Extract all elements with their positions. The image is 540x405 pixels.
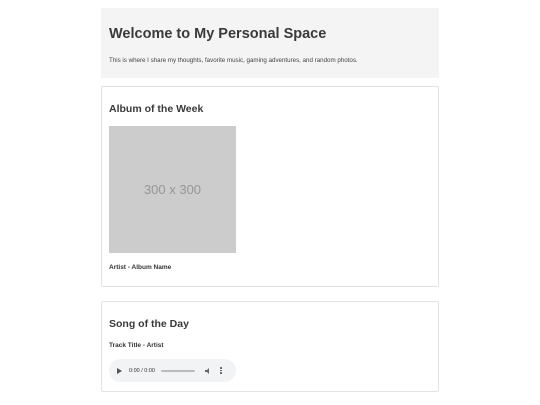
song-section-heading: Song of the Day: [109, 318, 189, 330]
audio-time: 0:00 / 0:00: [129, 367, 155, 374]
volume-icon[interactable]: [205, 367, 212, 374]
audio-player[interactable]: 0:00 / 0:00: [109, 359, 236, 382]
play-icon[interactable]: [117, 367, 122, 374]
welcome-header: Welcome to My Personal Space This is whe…: [101, 8, 439, 78]
page-title: Welcome to My Personal Space: [109, 26, 327, 42]
album-section-heading: Album of the Week: [109, 103, 204, 115]
song-of-day-card: Song of the Day Track Title - Artist 0:0…: [101, 301, 439, 392]
album-cover-image: 300 x 300: [109, 126, 236, 253]
album-of-week-card: Album of the Week 300 x 300 Artist - Alb…: [101, 86, 439, 287]
more-options-icon[interactable]: [220, 367, 222, 374]
page-container: Welcome to My Personal Space This is whe…: [101, 8, 439, 392]
audio-progress-bar[interactable]: [161, 369, 195, 372]
track-title: Track Title - Artist: [109, 342, 164, 349]
album-caption: Artist - Album Name: [109, 264, 172, 271]
intro-text: This is where I share my thoughts, favor…: [109, 57, 358, 64]
album-placeholder-text: 300 x 300: [143, 182, 202, 197]
